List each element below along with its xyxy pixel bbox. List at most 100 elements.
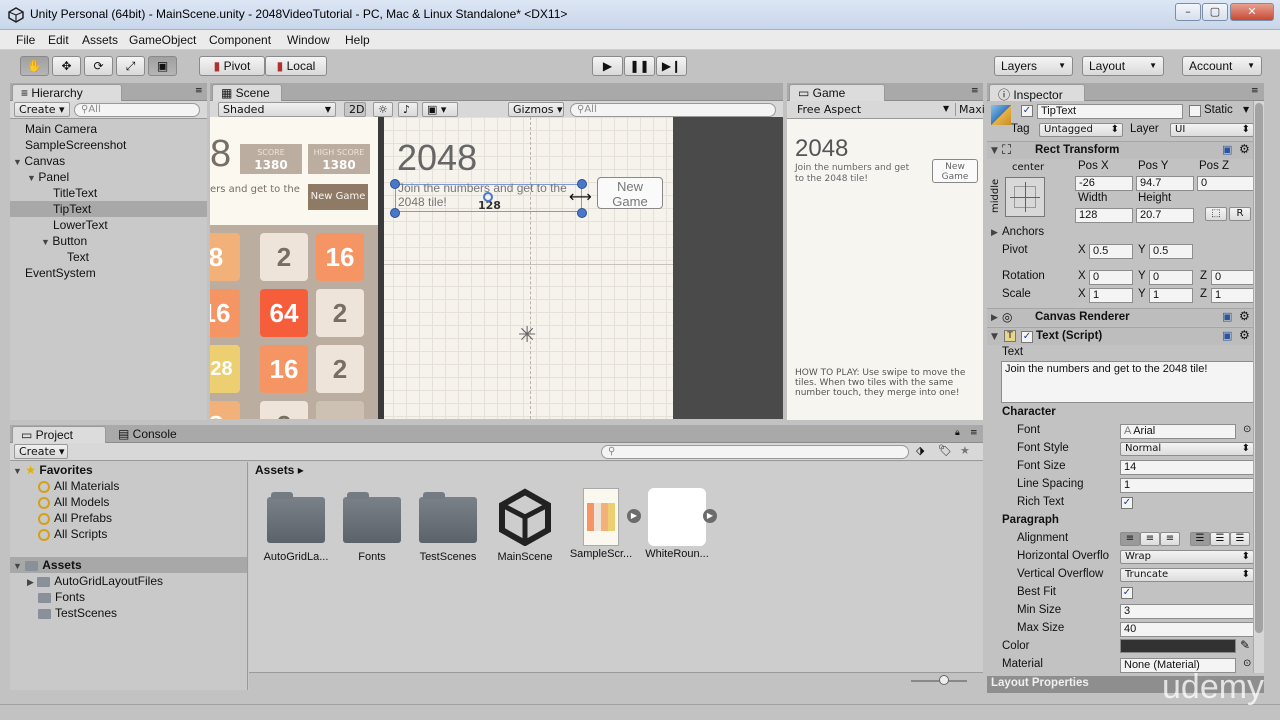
vertical-overflow-dropdown[interactable]: Truncate ⬍ [1120, 568, 1254, 582]
icon-size-slider-thumb[interactable] [939, 675, 949, 685]
static-checkbox[interactable] [1189, 105, 1201, 117]
asset-testscenes[interactable]: TestScenes [413, 492, 483, 563]
tree-item-text[interactable]: Text [10, 249, 207, 265]
hand-tool-icon[interactable]: ✋ [20, 56, 49, 76]
pivot-toggle[interactable]: ▮ Pivot [199, 56, 265, 76]
tab-scene[interactable]: ▦ Scene [212, 84, 282, 101]
inspector-scrollbar-thumb[interactable] [1255, 103, 1263, 633]
font-field[interactable]: A Arial [1120, 424, 1236, 439]
canvas-renderer-header[interactable]: ▶ ◎ Canvas Renderer ▣ ⚙ [987, 308, 1264, 326]
lighting-icon[interactable]: ☼ [373, 102, 393, 117]
expand-arrow-icon[interactable]: ▼ [41, 237, 52, 247]
anchor-presets-button[interactable] [1005, 177, 1045, 217]
scale-x-input[interactable]: 1 [1089, 288, 1133, 303]
aspect-dropdown[interactable]: Free Aspect [797, 103, 861, 116]
menu-window[interactable]: Window [287, 33, 330, 47]
layout-dropdown[interactable]: Layout ▼ [1082, 56, 1164, 76]
eyedropper-icon[interactable]: ✎ [1240, 638, 1250, 652]
tab-hierarchy[interactable]: ≡ Hierarchy [12, 84, 122, 101]
align-middle-icon[interactable]: ☰ [1210, 532, 1230, 546]
scene-viewport[interactable]: 8 SCORE 1380 HIGH SCORE 1380 ers and get t… [210, 117, 783, 419]
rich-text-checkbox[interactable]: ✓ [1121, 497, 1133, 509]
step-button[interactable]: ▶❙ [656, 56, 687, 76]
tab-game[interactable]: ▭ Game [789, 84, 885, 101]
scale-z-input[interactable]: 1 [1211, 288, 1255, 303]
hierarchy-create-dropdown[interactable]: Create ▾ [14, 102, 70, 117]
align-top-icon[interactable]: ☰ [1190, 532, 1210, 546]
gameobject-name-input[interactable]: TipText [1037, 104, 1183, 119]
assets-node[interactable]: ▼ Assets [10, 557, 247, 573]
menu-help[interactable]: Help [345, 33, 370, 47]
folder-item[interactable]: Fonts [10, 589, 247, 605]
fav-item[interactable]: All Scripts [10, 526, 247, 542]
rect-transform-header[interactable]: ▼ ⛶ Rect Transform ▣ ⚙ [987, 141, 1264, 159]
blueprint-mode-button[interactable]: ⬚ [1205, 207, 1227, 221]
close-window-button[interactable]: ✕ [1230, 3, 1274, 21]
menu-assets[interactable]: Assets [82, 33, 118, 47]
effects-icon[interactable]: ▣ ▾ [422, 102, 458, 117]
posz-input[interactable]: 0 [1197, 176, 1255, 191]
font-style-dropdown[interactable]: Normal ⬍ [1120, 442, 1254, 456]
asset-whiteround[interactable]: WhiteRoun... [642, 488, 712, 560]
align-center-icon[interactable]: ≡ [1140, 532, 1160, 546]
posy-input[interactable]: 94.7 [1136, 176, 1194, 191]
play-button[interactable]: ▶ [592, 56, 623, 76]
local-toggle[interactable]: ▮ Local [265, 56, 327, 76]
scale-tool-icon[interactable]: ⤢ [116, 56, 145, 76]
menu-gameobject[interactable]: GameObject [129, 33, 196, 47]
asset-fonts[interactable]: Fonts [337, 492, 407, 563]
favorite-star-icon[interactable]: ★ [960, 444, 970, 457]
resize-handle[interactable] [390, 208, 400, 218]
search-by-type-icon[interactable]: ⬗ [916, 444, 924, 457]
text-script-header[interactable]: ▼ T ✓ Text (Script) ▣ ⚙ [987, 327, 1264, 345]
lock-icon[interactable]: 🔒︎ [955, 428, 960, 438]
scale-y-input[interactable]: 1 [1149, 288, 1193, 303]
tree-item-canvas[interactable]: ▼ Canvas [10, 153, 207, 169]
best-fit-checkbox[interactable]: ✓ [1121, 587, 1133, 599]
rotate-tool-icon[interactable]: ⟳ [84, 56, 113, 76]
gear-icon[interactable]: ⚙ [1239, 142, 1250, 156]
asset-samplescreenshot[interactable]: SampleScr... [566, 488, 636, 560]
tag-dropdown[interactable]: Untagged ⬍ [1039, 123, 1123, 137]
pivot-y-input[interactable]: 0.5 [1149, 244, 1193, 259]
gear-icon[interactable]: ⚙ [1239, 309, 1250, 323]
favorites-node[interactable]: ▼ ★ Favorites [10, 462, 247, 478]
panel-menu-icon[interactable]: ≡ [195, 86, 203, 96]
resize-handle[interactable] [390, 179, 400, 189]
shading-dropdown[interactable]: Shaded ▼ [218, 102, 336, 117]
static-dropdown-icon[interactable]: ▼ [1243, 105, 1249, 114]
folder-item[interactable]: ▶ AutoGridLayoutFiles [10, 573, 247, 589]
gizmos-dropdown[interactable]: Gizmos ▾ [508, 102, 564, 117]
collapse-arrow-icon[interactable]: ▶ [991, 313, 998, 323]
rotation-x-input[interactable]: 0 [1089, 270, 1133, 285]
object-picker-icon[interactable]: ⊙ [1243, 424, 1251, 435]
tree-item-button[interactable]: ▼ Button [10, 233, 207, 249]
horizontal-overflow-dropdown[interactable]: Wrap ⬍ [1120, 550, 1254, 564]
maximize-button[interactable]: ▢ [1202, 3, 1228, 21]
rect-tool-icon[interactable]: ▣ [148, 56, 177, 76]
pause-button[interactable]: ❚❚ [624, 56, 655, 76]
move-tool-icon[interactable]: ✥ [52, 56, 81, 76]
help-icon[interactable]: ▣ [1222, 329, 1232, 342]
menu-component[interactable]: Component [209, 33, 271, 47]
tab-project[interactable]: ▭ Project [12, 426, 106, 443]
tree-item-titletext[interactable]: TitleText [10, 185, 207, 201]
mode-2d-toggle[interactable]: 2D [344, 102, 366, 117]
layer-dropdown[interactable]: UI ⬍ [1170, 123, 1254, 137]
tree-item-lowertext[interactable]: LowerText [10, 217, 207, 233]
panel-menu-icon[interactable]: ≡ [971, 86, 979, 96]
gear-icon[interactable]: ⚙ [1239, 328, 1250, 342]
minimize-button[interactable]: – [1175, 3, 1201, 21]
tree-item-samplescreenshot[interactable]: SampleScreenshot [10, 137, 207, 153]
width-input[interactable]: 128 [1075, 208, 1133, 223]
hierarchy-search-input[interactable]: ⚲All [74, 103, 200, 117]
expand-arrow-icon[interactable]: ▼ [13, 157, 24, 167]
tree-item-tiptext-selected[interactable]: TipText [10, 201, 207, 217]
align-bottom-icon[interactable]: ☰ [1230, 532, 1250, 546]
font-size-input[interactable]: 14 [1120, 460, 1254, 475]
max-size-input[interactable]: 40 [1120, 622, 1254, 637]
account-dropdown[interactable]: Account ▼ [1182, 56, 1262, 76]
asset-mainscene[interactable]: MainScene [490, 488, 560, 563]
pivot-x-input[interactable]: 0.5 [1089, 244, 1133, 259]
expand-arrow-icon[interactable]: ▼ [27, 173, 38, 183]
